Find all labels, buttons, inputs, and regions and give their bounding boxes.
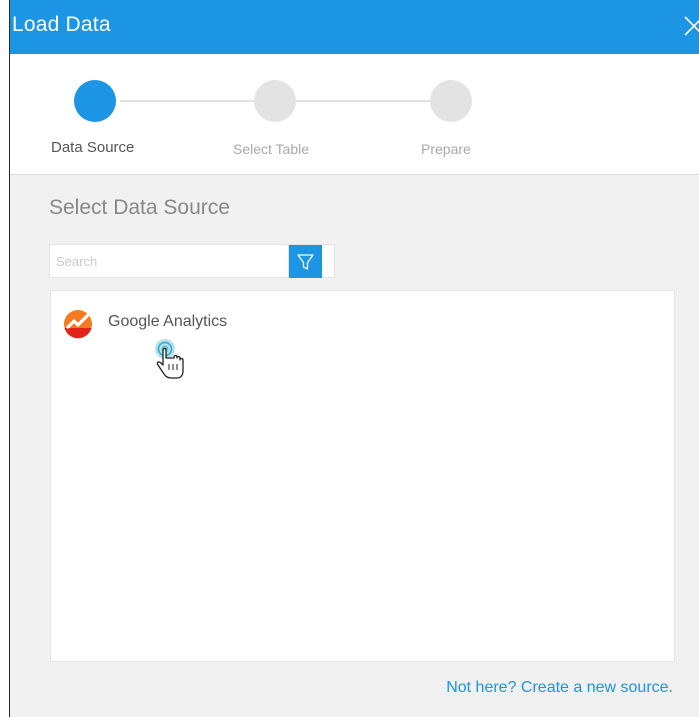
step-circle-select-table[interactable] xyxy=(254,80,296,122)
step-circle-prepare[interactable] xyxy=(430,80,472,122)
filter-icon xyxy=(297,254,314,270)
data-source-list: Google Analytics xyxy=(50,290,675,662)
step-circle-data-source[interactable] xyxy=(74,80,116,122)
step-label-data-source: Data Source xyxy=(51,139,135,156)
filter-button[interactable] xyxy=(289,244,335,278)
close-button[interactable] xyxy=(682,14,699,38)
load-data-dialog: Load Data Data Source Select Table Prepa… xyxy=(9,0,699,717)
google-analytics-icon xyxy=(64,310,92,339)
progress-stepper: Data Source Select Table Prepare xyxy=(10,54,699,175)
list-item-google-analytics[interactable]: Google Analytics xyxy=(63,309,283,339)
stepper-connector-2 xyxy=(296,100,436,102)
step-label-prepare: Prepare xyxy=(421,141,471,157)
create-new-source-link[interactable]: Not here? Create a new source. xyxy=(446,679,673,697)
stepper-connector-1 xyxy=(120,100,260,102)
hand-pointer-icon xyxy=(155,339,184,379)
search-input[interactable] xyxy=(49,244,289,278)
filter-button-face xyxy=(289,245,322,278)
step-label-select-table: Select Table xyxy=(233,141,310,157)
close-icon xyxy=(684,16,699,36)
dialog-titlebar: Load Data xyxy=(10,0,699,54)
dialog-title: Load Data xyxy=(12,13,111,36)
section-heading: Select Data Source xyxy=(49,196,230,219)
search-bar xyxy=(49,244,335,278)
source-label: Google Analytics xyxy=(108,313,228,330)
